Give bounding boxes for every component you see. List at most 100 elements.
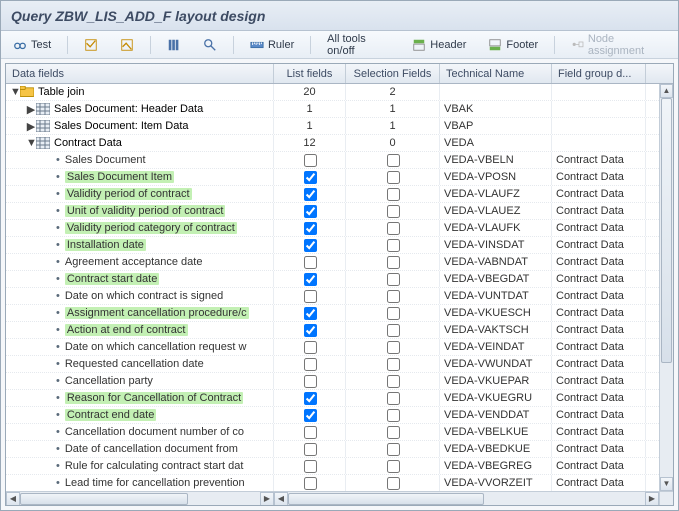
list-checkbox[interactable]	[304, 154, 317, 167]
tree-table-row[interactable]: ▶Sales Document: Header Data11VBAK	[6, 101, 659, 118]
list-checkbox[interactable]	[304, 256, 317, 269]
alltools-button[interactable]: All tools on/off	[323, 31, 394, 59]
selection-checkbox[interactable]	[387, 341, 400, 354]
expand-all-button[interactable]	[116, 36, 138, 54]
header-fieldgroup[interactable]: Field group d...	[552, 64, 646, 83]
tree-field-row[interactable]: •Cancellation partyVEDA-VKUEPARContract …	[6, 373, 659, 390]
hscroll-track[interactable]	[288, 492, 645, 506]
tree-field-row[interactable]: •Sales DocumentVEDA-VBELNContract Data	[6, 152, 659, 169]
list-checkbox[interactable]	[304, 188, 317, 201]
scroll-right-button[interactable]: ▶	[260, 492, 274, 506]
list-checkbox[interactable]	[304, 239, 317, 252]
scroll-left-button[interactable]: ◀	[6, 492, 20, 506]
list-checkbox[interactable]	[304, 205, 317, 218]
selection-checkbox[interactable]	[387, 307, 400, 320]
list-checkbox[interactable]	[304, 307, 317, 320]
tree-hscroll[interactable]: ◀ ▶	[6, 492, 274, 506]
tree-field-row[interactable]: •Lead time for cancellation preventionVE…	[6, 475, 659, 491]
header-listfields[interactable]: List fields	[274, 64, 346, 83]
tree-field-row[interactable]: •Installation dateVEDA-VINSDATContract D…	[6, 237, 659, 254]
list-checkbox[interactable]	[304, 290, 317, 303]
tree-field-row[interactable]: •Action at end of contractVEDA-VAKTSCHCo…	[6, 322, 659, 339]
expand-toggle[interactable]: ▶	[26, 103, 36, 116]
tree-field-row[interactable]: •Requested cancellation dateVEDA-VWUNDAT…	[6, 356, 659, 373]
vscroll-thumb[interactable]	[661, 98, 672, 363]
list-checkbox[interactable]	[304, 443, 317, 456]
tree-field-row[interactable]: •Validity period of contractVEDA-VLAUFZC…	[6, 186, 659, 203]
columns-button[interactable]	[163, 36, 185, 54]
selection-checkbox[interactable]	[387, 290, 400, 303]
selection-checkbox[interactable]	[387, 188, 400, 201]
selection-checkbox[interactable]	[387, 392, 400, 405]
find-button[interactable]	[199, 36, 221, 54]
tree-root-row[interactable]: ▼Table join202	[6, 84, 659, 101]
scroll-up-button[interactable]: ▲	[660, 84, 673, 98]
list-checkbox[interactable]	[304, 426, 317, 439]
header-selectionfields[interactable]: Selection Fields	[346, 64, 440, 83]
selection-checkbox[interactable]	[387, 426, 400, 439]
footer-button[interactable]: Footer	[484, 36, 542, 54]
test-button[interactable]: Test	[9, 36, 55, 54]
scroll-left-button[interactable]: ◀	[274, 492, 288, 506]
vscroll-track[interactable]	[660, 98, 673, 477]
tree-field-row[interactable]: •Date of cancellation document fromVEDA-…	[6, 441, 659, 458]
hscroll-thumb[interactable]	[288, 493, 484, 505]
tree-field-row[interactable]: •Sales Document ItemVEDA-VPOSNContract D…	[6, 169, 659, 186]
selection-checkbox[interactable]	[387, 239, 400, 252]
selection-checkbox[interactable]	[387, 273, 400, 286]
tree-field-row[interactable]: •Contract start dateVEDA-VBEGDATContract…	[6, 271, 659, 288]
field-group: Contract Data	[552, 152, 646, 168]
expand-toggle[interactable]: ▼	[10, 86, 20, 98]
ruler-button[interactable]: Ruler	[246, 36, 298, 54]
list-checkbox[interactable]	[304, 171, 317, 184]
tree-table-row[interactable]: ▼Contract Data120VEDA	[6, 135, 659, 152]
selection-checkbox[interactable]	[387, 477, 400, 490]
selection-checkbox[interactable]	[387, 358, 400, 371]
list-checkbox[interactable]	[304, 409, 317, 422]
selection-checkbox[interactable]	[387, 324, 400, 337]
tree-field-row[interactable]: •Agreement acceptance dateVEDA-VABNDATCo…	[6, 254, 659, 271]
selection-checkbox[interactable]	[387, 409, 400, 422]
list-checkbox[interactable]	[304, 375, 317, 388]
scroll-down-button[interactable]: ▼	[660, 477, 673, 491]
selection-checkbox[interactable]	[387, 154, 400, 167]
tree-field-row[interactable]: •Cancellation document number of coVEDA-…	[6, 424, 659, 441]
selection-checkbox[interactable]	[387, 222, 400, 235]
selection-checkbox[interactable]	[387, 256, 400, 269]
list-checkbox[interactable]	[304, 341, 317, 354]
tree-table-row[interactable]: ▶Sales Document: Item Data11VBAP	[6, 118, 659, 135]
tree-field-row[interactable]: •Unit of validity period of contractVEDA…	[6, 203, 659, 220]
tree-field-row[interactable]: •Reason for Cancellation of ContractVEDA…	[6, 390, 659, 407]
scroll-right-button[interactable]: ▶	[645, 492, 659, 506]
header-datafields[interactable]: Data fields	[6, 64, 274, 83]
selection-checkbox[interactable]	[387, 460, 400, 473]
header-technicalname[interactable]: Technical Name	[440, 64, 552, 83]
selection-checkbox[interactable]	[387, 205, 400, 218]
list-checkbox[interactable]	[304, 477, 317, 490]
tree-field-row[interactable]: •Assignment cancellation procedure/cVEDA…	[6, 305, 659, 322]
field-group: Contract Data	[552, 288, 646, 304]
hscroll-thumb[interactable]	[20, 493, 188, 505]
list-checkbox[interactable]	[304, 358, 317, 371]
tree-field-row[interactable]: •Rule for calculating contract start dat…	[6, 458, 659, 475]
expand-toggle[interactable]: ▶	[26, 120, 36, 133]
selection-checkbox[interactable]	[387, 171, 400, 184]
tree-field-row[interactable]: •Contract end dateVEDA-VENDDATContract D…	[6, 407, 659, 424]
vertical-scrollbar[interactable]: ▲ ▼	[659, 84, 673, 491]
tree-field-row[interactable]: •Date on which cancellation request wVED…	[6, 339, 659, 356]
list-checkbox[interactable]	[304, 392, 317, 405]
list-checkbox[interactable]	[304, 273, 317, 286]
rows-container: ▼Table join202▶Sales Document: Header Da…	[6, 84, 659, 491]
list-checkbox[interactable]	[304, 324, 317, 337]
tree-field-row[interactable]: •Date on which contract is signedVEDA-VU…	[6, 288, 659, 305]
list-checkbox[interactable]	[304, 460, 317, 473]
cols-hscroll[interactable]: ◀ ▶	[274, 492, 659, 506]
list-checkbox[interactable]	[304, 222, 317, 235]
hscroll-track[interactable]	[20, 492, 260, 506]
selection-checkbox[interactable]	[387, 443, 400, 456]
selection-checkbox[interactable]	[387, 375, 400, 388]
collapse-all-button[interactable]	[80, 36, 102, 54]
expand-toggle[interactable]: ▼	[26, 137, 36, 149]
header-button[interactable]: Header	[408, 36, 470, 54]
tree-field-row[interactable]: •Validity period category of contractVED…	[6, 220, 659, 237]
